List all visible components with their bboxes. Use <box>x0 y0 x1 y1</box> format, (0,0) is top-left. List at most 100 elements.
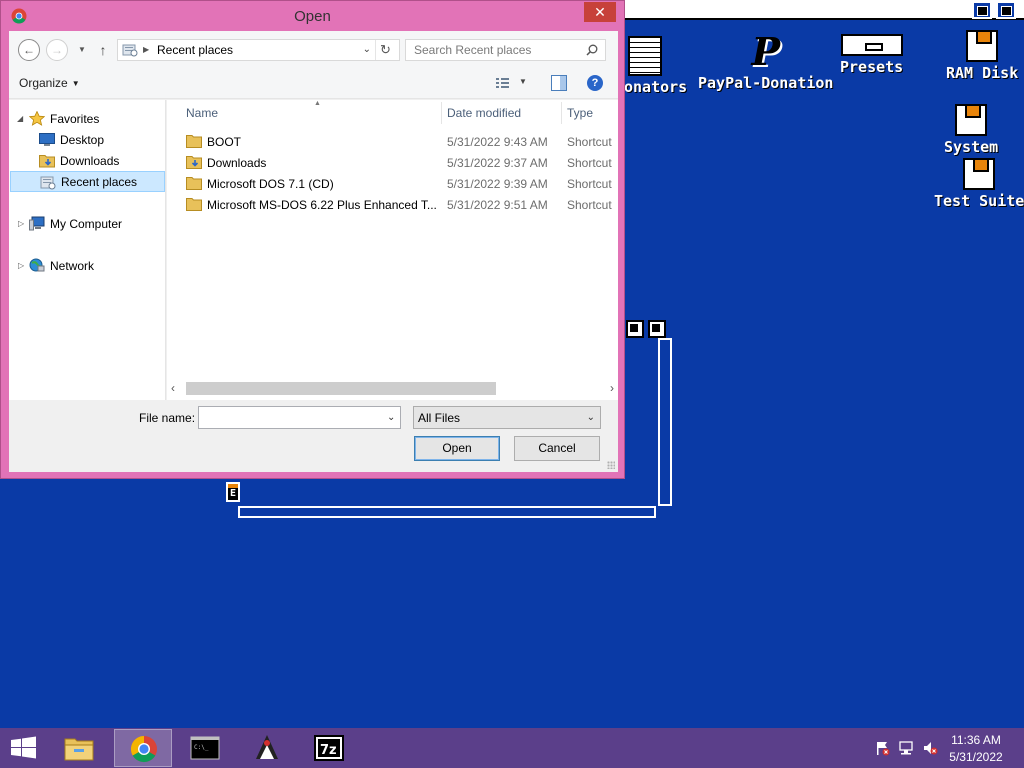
recent-places-icon <box>40 176 56 190</box>
recent-locations-dropdown-icon[interactable]: ▼ <box>75 39 89 61</box>
file-name: Downloads <box>207 156 267 170</box>
horizontal-scrollbar[interactable] <box>238 506 656 518</box>
address-dropdown-icon[interactable]: ⌄ <box>363 43 371 57</box>
file-row-msdos622[interactable]: Microsoft MS-DOS 6.22 Plus Enhanced T...… <box>167 194 618 215</box>
column-header-name[interactable]: Name <box>186 106 218 120</box>
network-tray-icon[interactable] <box>898 740 914 756</box>
sidebar-item-label: Recent places <box>61 175 138 189</box>
desktop-icon <box>39 133 55 146</box>
sidebar-item-label: Downloads <box>60 154 120 168</box>
sidebar-item-desktop[interactable]: Desktop <box>9 129 166 150</box>
file-list: ▲ Name Date modified Type BOOT 5/31/2022… <box>167 100 618 400</box>
scroll-left-icon[interactable]: ‹ <box>171 381 175 395</box>
desktop-icon-ram-disk[interactable]: RAM Disk <box>946 30 1018 82</box>
address-bar[interactable]: ▶ Recent places ⌄ ↻ <box>117 39 400 61</box>
sidebar-item-label: My Computer <box>50 217 123 231</box>
sidebar-item-recent-places[interactable]: Recent places <box>10 171 165 192</box>
downloads-folder-icon <box>39 155 55 168</box>
vertical-scrollbar[interactable] <box>658 338 672 506</box>
desktop-icon-system[interactable]: System <box>944 104 998 156</box>
7zip-icon: 7z <box>314 735 344 761</box>
resize-grip-icon[interactable] <box>607 461 615 469</box>
taskbar-chrome[interactable] <box>114 729 172 767</box>
depth-gadget-back-icon[interactable] <box>972 1 992 19</box>
floppy-disk-icon <box>963 158 996 190</box>
folder-shortcut-icon <box>186 198 202 211</box>
file-type: Shortcut <box>567 135 612 149</box>
back-button[interactable]: ← <box>18 39 40 61</box>
dialog-body: ← → ▼ ↑ ▶ Recent places ⌄ ↻ Search Recen… <box>9 31 618 472</box>
file-row-downloads[interactable]: Downloads 5/31/2022 9:37 AM Shortcut <box>167 152 618 173</box>
collapsed-arrow-icon[interactable]: ▷ <box>18 261 24 270</box>
horizontal-scrollbar[interactable]: ‹ › <box>167 379 618 397</box>
change-view-icon[interactable] <box>495 75 511 91</box>
file-type: Shortcut <box>567 198 612 212</box>
chevron-down-icon: ▼ <box>71 78 80 88</box>
breadcrumb-location[interactable]: Recent places <box>157 43 233 57</box>
expanded-arrow-icon[interactable]: ◢ <box>17 114 23 123</box>
depth-gadget-front-icon[interactable] <box>996 1 1016 19</box>
file-row-dos71[interactable]: Microsoft DOS 7.1 (CD) 5/31/2022 9:39 AM… <box>167 173 618 194</box>
file-row-boot[interactable]: BOOT 5/31/2022 9:43 AM Shortcut <box>167 131 618 152</box>
action-center-flag-icon[interactable] <box>874 740 890 756</box>
sidebar-item-downloads[interactable]: Downloads <box>9 150 166 171</box>
organize-label: Organize <box>19 76 68 90</box>
column-header-type[interactable]: Type <box>567 106 593 120</box>
search-icon[interactable] <box>586 44 598 56</box>
desktop-icon-label: RAM Disk <box>946 64 1019 82</box>
folder-shortcut-icon <box>186 135 202 148</box>
taskbar-7zip[interactable]: 7z <box>300 729 358 767</box>
column-header-date-modified[interactable]: Date modified <box>447 106 521 120</box>
close-button[interactable]: ✕ <box>584 2 616 22</box>
taskbar-command-prompt[interactable]: C:\_ <box>176 729 234 767</box>
file-name-dropdown-icon[interactable]: ⌄ <box>387 412 395 423</box>
sidebar-item-my-computer[interactable]: ▷ My Computer <box>9 213 166 234</box>
scroll-right-icon[interactable]: › <box>610 381 614 395</box>
up-button[interactable]: ↑ <box>95 39 111 61</box>
desktop-icon-label: PayPal-Donation <box>698 74 834 92</box>
file-type: Shortcut <box>567 177 612 191</box>
sidebar-item-favorites[interactable]: ◢ Favorites <box>9 108 166 129</box>
system-tray: 11:36 AM 5/31/2022 <box>854 728 1024 768</box>
star-icon <box>29 111 45 126</box>
clock-date[interactable]: 5/31/2022 <box>946 750 1006 764</box>
open-button[interactable]: Open <box>414 436 500 461</box>
search-input[interactable]: Search Recent places <box>405 39 606 61</box>
desktop-icon-presets[interactable]: Presets <box>840 34 903 76</box>
scrollbar-thumb[interactable] <box>186 382 496 395</box>
preview-pane-icon[interactable] <box>551 75 567 91</box>
file-name: Microsoft DOS 7.1 (CD) <box>207 177 334 191</box>
taskbar-file-explorer[interactable] <box>50 729 108 767</box>
sidebar-item-network[interactable]: ▷ Network <box>9 255 166 276</box>
organize-button[interactable]: Organize ▼ <box>19 76 80 91</box>
clock-time[interactable]: 11:36 AM <box>946 733 1006 747</box>
file-type-select[interactable]: All Files ⌄ <box>413 406 601 429</box>
sidebar-item-label: Favorites <box>50 112 100 126</box>
desktop-icon-donators[interactable]: onators <box>624 36 687 96</box>
taskbar-java[interactable] <box>238 729 296 767</box>
forward-button[interactable]: → <box>46 39 68 61</box>
volume-muted-icon[interactable] <box>922 740 938 756</box>
help-icon[interactable]: ? <box>587 75 603 91</box>
file-type: Shortcut <box>567 156 612 170</box>
collapsed-arrow-icon[interactable]: ▷ <box>18 219 24 228</box>
breadcrumb-chevron-icon[interactable]: ▶ <box>143 43 149 57</box>
window-depth-back-icon[interactable] <box>626 320 644 338</box>
column-divider[interactable] <box>561 102 562 124</box>
column-divider[interactable] <box>441 102 442 124</box>
window-gadget-e[interactable]: E <box>226 482 240 502</box>
desktop-icon-label: System <box>944 138 999 156</box>
view-options-dropdown-icon[interactable]: ▼ <box>519 77 527 86</box>
dialog-footer: File name: ⌄ All Files ⌄ Open Cancel <box>9 400 618 472</box>
recent-places-icon <box>122 44 138 57</box>
cancel-button[interactable]: Cancel <box>514 436 600 461</box>
window-depth-front-icon[interactable] <box>648 320 666 338</box>
desktop-icon-test-suite[interactable]: Test Suite <box>934 158 1024 210</box>
refresh-icon[interactable]: ↻ <box>375 40 395 60</box>
dialog-titlebar[interactable]: Open ✕ <box>1 1 624 31</box>
floppy-disk-icon <box>966 30 999 62</box>
windows-start-icon[interactable] <box>0 728 48 768</box>
desktop-icon-paypal-donation[interactable]: P PayPal-Donation <box>698 32 834 93</box>
command-prompt-icon: C:\_ <box>190 736 220 760</box>
file-name-input[interactable] <box>198 406 401 429</box>
